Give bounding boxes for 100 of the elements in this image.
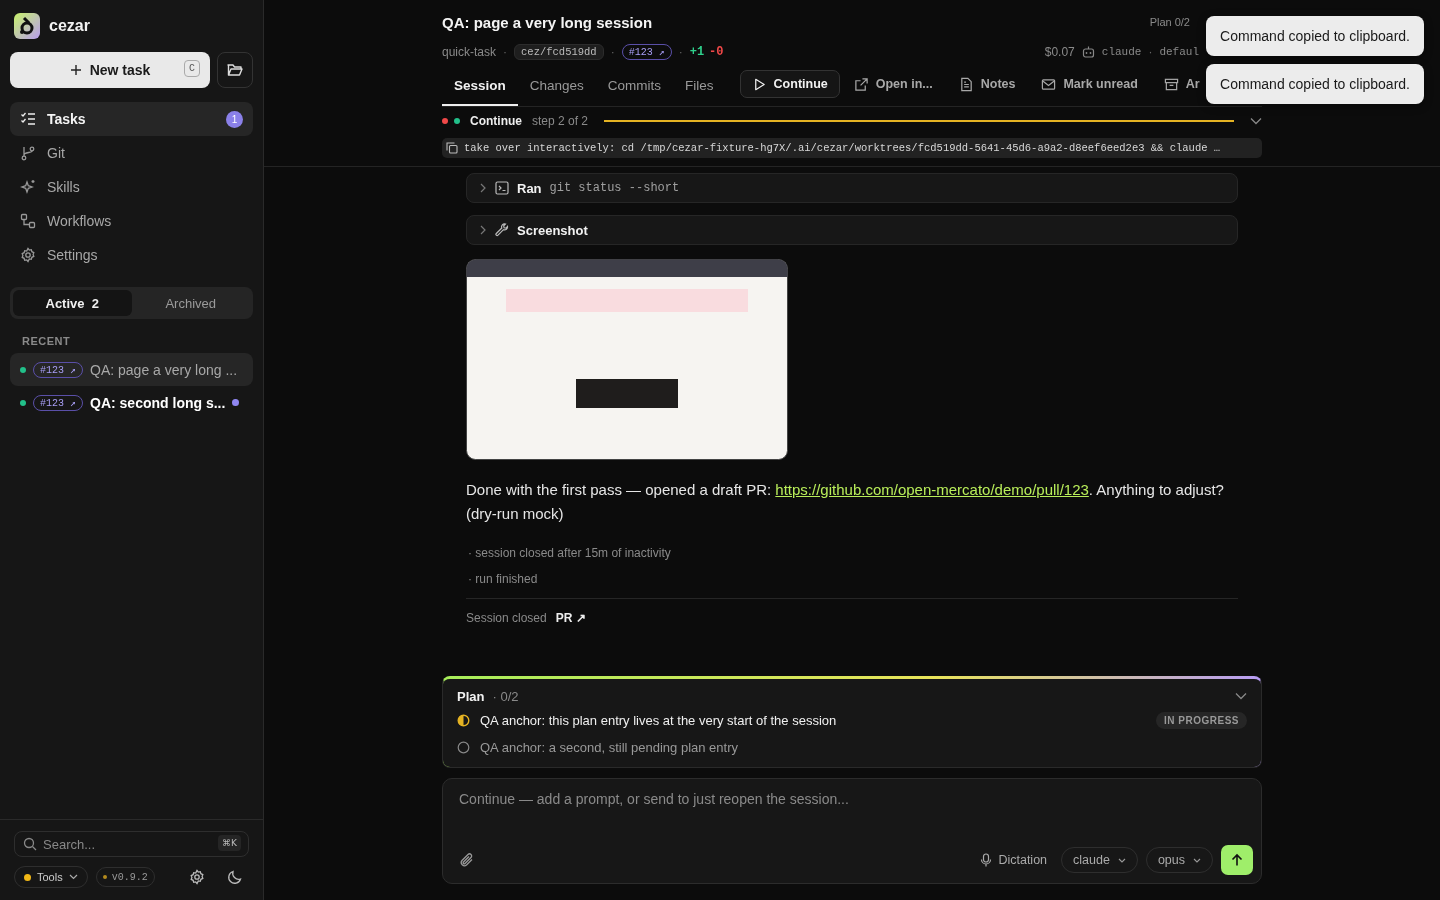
composer-box[interactable]: Continue — add a prompt, or send to just reopen the session... Dictation claude opus: [442, 778, 1262, 884]
tab[interactable]: Files: [673, 62, 726, 106]
robot-icon: [1081, 46, 1095, 58]
app-name: cezar: [49, 17, 90, 35]
filter-tab[interactable]: Archived: [131, 290, 250, 316]
moon-icon[interactable]: [227, 869, 243, 885]
nav-item[interactable]: Settings: [10, 238, 253, 272]
tab[interactable]: Session: [442, 62, 518, 106]
nav-item[interactable]: Git: [10, 136, 253, 170]
workflow-icon: [20, 213, 36, 229]
toast-notification: Command copied to clipboard.: [1206, 16, 1424, 56]
status-dot: [454, 118, 460, 124]
plan-entry: QA anchor: this plan entry lives at the very start of the session: [480, 713, 837, 728]
prompt-field[interactable]: Continue — add a prompt, or send to just reopen the session...: [459, 791, 1253, 845]
send-button[interactable]: [1221, 845, 1253, 875]
session-status: Session closed: [466, 611, 547, 625]
separator: ·: [503, 45, 508, 59]
action-button[interactable]: Continue: [739, 70, 840, 98]
document-icon: [958, 76, 974, 92]
new-task-button[interactable]: New task C: [10, 52, 210, 88]
meta-text: defaul: [1159, 46, 1199, 58]
action-button[interactable]: Notes: [946, 70, 1028, 98]
pr-link[interactable]: https://github.com/open-mercato/demo/pull/123: [775, 481, 1089, 498]
removed-count: -0: [709, 45, 724, 59]
settings-icon: [20, 247, 36, 263]
event-note: · session closed after 15m of inactivity: [468, 545, 672, 562]
paperclip-icon[interactable]: [459, 852, 475, 868]
filter-tab[interactable]: Active 2: [13, 290, 132, 316]
nav-item[interactable]: Skills: [10, 170, 253, 204]
nav-item[interactable]: Workflows: [10, 204, 253, 238]
wrench-icon: [495, 223, 509, 237]
separator: ·: [678, 45, 683, 59]
tool-command: git status --short: [549, 181, 680, 195]
toast-notification: Command copied to clipboard.: [1206, 64, 1424, 104]
meta-text: claude: [1101, 46, 1142, 58]
nav-item[interactable]: Tasks 1: [10, 102, 253, 136]
pr-link[interactable]: PR ↗: [555, 611, 586, 625]
count-badge: 1: [226, 110, 243, 128]
envelope-icon: [1041, 76, 1057, 92]
terminal-icon: [495, 181, 509, 195]
command-text: take over interactively: cd /tmp/cezar-fixture-hg7X/.ai/cezar/worktrees/fcd519dd-5641-45d6-a9a2-d8eef6eed2e3 && claude …: [464, 142, 1221, 154]
chevron-right-icon: [479, 183, 487, 193]
dictation-button[interactable]: Dictation: [974, 852, 1054, 868]
shortcut-key: C: [184, 60, 200, 77]
task-item[interactable]: #123 ↗ QA: second long s...: [10, 386, 253, 419]
plan-title: Plan: [457, 688, 485, 704]
settings-icon[interactable]: [189, 869, 205, 885]
chevron-down-icon: [1193, 857, 1201, 863]
task-title: QA: page a very long ...: [90, 361, 238, 378]
status-dot: [24, 873, 31, 881]
status-badge: IN PROGRESS: [1156, 712, 1247, 729]
added-count: +1: [689, 45, 705, 59]
nav-label: Skills: [47, 179, 80, 195]
assistant-message: Done with the first pass — opened a draft PR: https://github.com/open-mercato/demo/pull/123. Anything to adjust? (dry-run mock): [466, 480, 1225, 524]
branch-icon: [20, 145, 36, 161]
archive-icon: [1163, 76, 1179, 92]
nav-label: Tasks: [47, 111, 86, 127]
separator: ·: [610, 45, 615, 59]
open-folder-button[interactable]: [217, 52, 253, 88]
chevron-down-icon[interactable]: [1235, 692, 1247, 700]
event-note: · run finished: [468, 571, 539, 588]
external-link-icon: [853, 76, 869, 92]
tool-call-row[interactable]: Screenshot: [466, 215, 1238, 245]
chevron-right-icon: [479, 225, 487, 235]
microphone-icon: [980, 853, 993, 867]
nav-label: Settings: [47, 247, 98, 263]
chevron-down-icon: [68, 874, 78, 880]
action-button[interactable]: Open in...: [841, 70, 945, 98]
plus-icon: [69, 64, 82, 76]
chevron-down-icon[interactable]: [1250, 117, 1262, 125]
status-dot: [442, 118, 448, 124]
folder-icon: [227, 63, 243, 77]
checklist-icon: [20, 111, 36, 127]
tab[interactable]: Commits: [595, 62, 674, 106]
plan-entry: QA anchor: a second, still pending plan entry: [480, 740, 738, 755]
step-label: Continue: [470, 114, 522, 128]
logo-icon: [14, 13, 40, 39]
meta-text: quick-task: [442, 45, 497, 59]
task-title: QA: second long s...: [90, 394, 226, 411]
action-button[interactable]: Mark unread: [1029, 70, 1150, 98]
tab[interactable]: Changes: [517, 62, 596, 106]
tool-name: Screenshot: [517, 222, 588, 238]
task-item[interactable]: #123 ↗ QA: page a very long ...: [10, 353, 253, 386]
copy-icon: [446, 142, 458, 154]
nav-label: Workflows: [47, 213, 112, 229]
plan-count: · 0/2: [492, 688, 519, 704]
shortcut-key: ⌘K: [218, 835, 241, 851]
meta-text: $0.07: [1044, 45, 1075, 59]
status-dot: [20, 366, 26, 373]
tool-call-row[interactable]: Ran git status --short: [466, 173, 1238, 203]
sparkle-icon: [20, 179, 36, 195]
status-dot: [20, 399, 26, 406]
section-heading: RECENT: [22, 335, 72, 347]
command-strip[interactable]: take over interactively: cd /tmp/cezar-fixture-hg7X/.ai/cezar/worktrees/fcd519dd-5641-45d6-a9a2-d8eef6eed2e3 && claude …: [442, 138, 1262, 158]
status-dot: [102, 875, 107, 879]
branch-tag: cez/fcd519dd: [514, 44, 604, 60]
tool-name: Ran: [517, 180, 542, 196]
search-icon: [23, 837, 37, 851]
separator: ·: [1148, 45, 1153, 59]
chevron-down-icon: [1117, 857, 1126, 863]
